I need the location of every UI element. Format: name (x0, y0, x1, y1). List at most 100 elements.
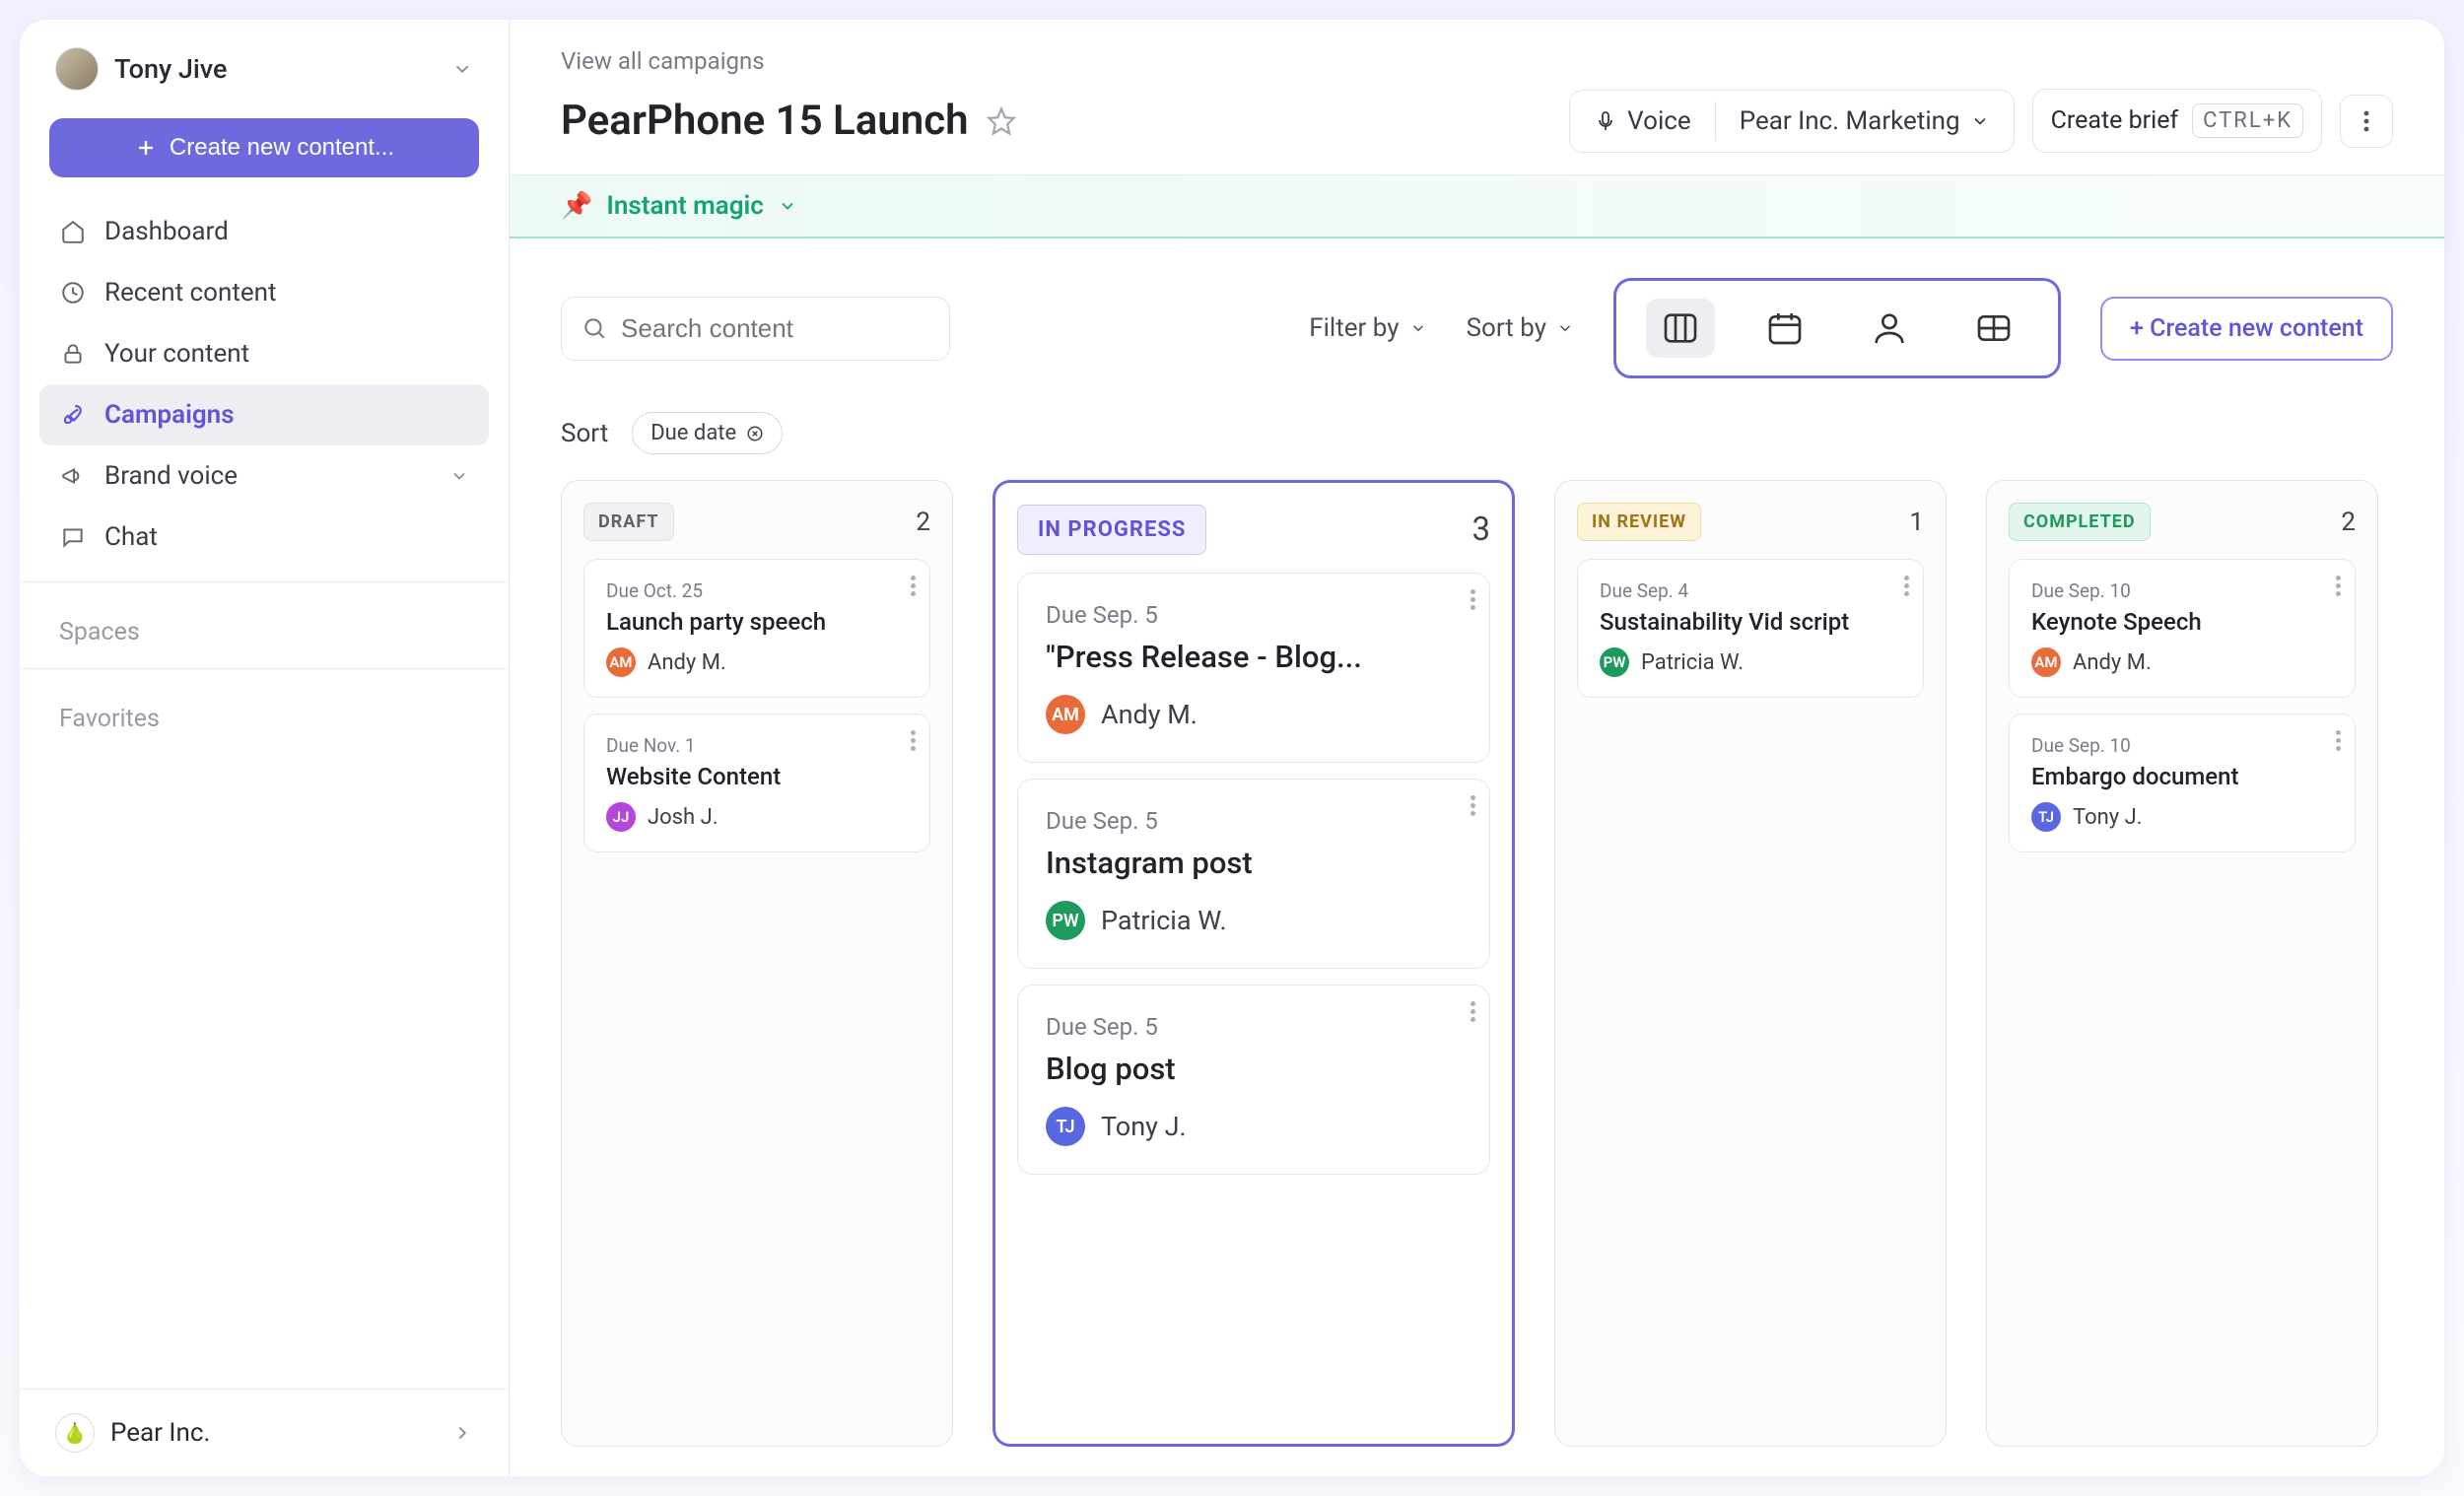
user-menu[interactable]: Tony Jive (20, 20, 509, 108)
column-count: 1 (1909, 508, 1924, 537)
status-chip: IN PROGRESS (1017, 505, 1206, 555)
search-input[interactable] (561, 297, 950, 361)
card-title: Keynote Speech (2031, 608, 2333, 636)
card-more-button[interactable] (1471, 589, 1475, 610)
create-content-button[interactable]: Create new content... (49, 118, 479, 177)
card-assignee: AMAndy M. (606, 647, 908, 677)
card-due: Due Sep. 10 (2031, 579, 2333, 602)
content-card[interactable]: Due Sep. 4Sustainability Vid scriptPWPat… (1577, 559, 1924, 698)
user-name-label: Tony Jive (114, 53, 436, 85)
card-assignee: PWPatricia W. (1046, 901, 1462, 940)
sortby-label: Sort by (1467, 313, 1546, 343)
chevron-down-icon (1970, 111, 1990, 131)
assignee-name: Tony J. (1101, 1111, 1187, 1142)
create-brief-button[interactable]: Create brief CTRL+K (2032, 89, 2322, 153)
card-more-button[interactable] (911, 576, 916, 596)
content-card[interactable]: Due Sep. 5"Press Release - Blog...AMAndy… (1017, 573, 1490, 763)
chevron-down-icon (1556, 319, 1574, 337)
card-due: Due Sep. 5 (1046, 601, 1462, 629)
card-more-button[interactable] (2336, 576, 2341, 596)
nav-label: Chat (104, 522, 158, 552)
page-title: PearPhone 15 Launch (561, 97, 969, 145)
assignee-avatar: JJ (606, 802, 636, 832)
breadcrumb[interactable]: View all campaigns (561, 47, 765, 75)
megaphone-icon (59, 462, 87, 490)
user-avatar (55, 47, 99, 91)
content-card[interactable]: Due Sep. 10Keynote SpeechAMAndy M. (2009, 559, 2356, 698)
nav-recent-content[interactable]: Recent content (39, 262, 489, 323)
assignee-avatar: TJ (2031, 802, 2061, 832)
more-menu-button[interactable] (2340, 95, 2393, 148)
close-icon[interactable] (746, 425, 764, 442)
nav-chat[interactable]: Chat (39, 507, 489, 568)
content-card[interactable]: Due Oct. 25 Launch party speech AMAndy M. (583, 559, 930, 698)
view-kanban-button[interactable] (1646, 299, 1715, 358)
sort-row: Sort Due date (510, 402, 2444, 480)
card-more-button[interactable] (1471, 795, 1475, 816)
create-content-link[interactable]: + Create new content (2100, 297, 2393, 361)
card-title: Embargo document (2031, 763, 2333, 790)
assignee-avatar: AM (606, 647, 636, 677)
card-due: Due Sep. 10 (2031, 734, 2333, 757)
card-more-button[interactable] (2336, 730, 2341, 751)
card-due: Due Nov. 1 (606, 734, 908, 757)
assignee-avatar: AM (1046, 695, 1085, 734)
card-title: Instagram post (1046, 845, 1462, 881)
card-title: Blog post (1046, 1051, 1462, 1087)
card-more-button[interactable] (1904, 576, 1909, 596)
card-more-button[interactable] (911, 730, 916, 751)
voice-button[interactable]: Voice (1570, 91, 1715, 152)
sort-by-dropdown[interactable]: Sort by (1467, 313, 1574, 343)
view-table-button[interactable] (1959, 299, 2028, 358)
search-icon (582, 315, 607, 341)
column-header: COMPLETED2 (2009, 503, 2356, 541)
nav-dashboard[interactable]: Dashboard (39, 201, 489, 262)
content-card[interactable]: Due Sep. 5 Instagram post PWPatricia W. (1017, 779, 1490, 969)
view-calendar-button[interactable] (1750, 299, 1819, 358)
status-chip: IN REVIEW (1577, 503, 1701, 541)
brief-label: Create brief (2051, 106, 2179, 135)
persona-dropdown[interactable]: Pear Inc. Marketing (1716, 91, 2014, 152)
star-icon[interactable] (987, 106, 1016, 136)
nav-label: Recent content (104, 278, 276, 307)
card-title: Website Content (606, 763, 908, 790)
kanban-column: DRAFT2Due Oct. 25Launch party speechAMAn… (561, 480, 953, 1447)
instant-magic-bar[interactable]: 📌 Instant magic (510, 175, 2444, 238)
sort-chip[interactable]: Due date (632, 412, 783, 454)
kanban-column: IN PROGRESS3 Due Sep. 5"Press Release - B… (992, 480, 1515, 1447)
assignee-name: Josh J. (648, 805, 719, 830)
filter-label: Filter by (1309, 313, 1399, 343)
assignee-name: Tony J. (2073, 805, 2143, 830)
column-count: 2 (2341, 508, 2356, 537)
content-card[interactable]: Due Sep. 5Blog postTJTony J. (1017, 985, 1490, 1175)
card-due: Due Sep. 5 (1046, 807, 1462, 835)
rocket-icon (59, 401, 87, 429)
nav-campaigns[interactable]: Campaigns (39, 384, 489, 445)
content-card[interactable]: Due Sep. 10 Embargo document TJ Tony J. (2009, 714, 2356, 852)
chevron-down-icon (778, 196, 797, 216)
content-card[interactable]: Due Nov. 1 Website Content JJ Josh J. (583, 714, 930, 852)
clock-icon (59, 279, 87, 306)
nav-label: Dashboard (104, 217, 229, 246)
nav-your-content[interactable]: Your content (39, 323, 489, 384)
card-title: Launch party speech (606, 608, 908, 636)
plus-icon (134, 136, 158, 160)
card-more-button[interactable] (1471, 1001, 1475, 1022)
assignee-name: Patricia W. (1641, 650, 1744, 675)
column-header: IN PROGRESS3 (1017, 505, 1490, 555)
org-avatar: 🍐 (55, 1413, 95, 1453)
card-due: Due Oct. 25 (606, 579, 908, 602)
sort-label: Sort (561, 419, 608, 448)
card-assignee: JJ Josh J. (606, 802, 908, 832)
favorites-heading: Favorites (20, 677, 509, 747)
filter-by-dropdown[interactable]: Filter by (1309, 313, 1426, 343)
chevron-down-icon (449, 466, 469, 486)
view-switch (1613, 278, 2061, 378)
search-field[interactable] (621, 313, 929, 344)
view-people-button[interactable] (1855, 299, 1924, 358)
assignee-name: Andy M. (1101, 699, 1198, 730)
nav-brand-voice[interactable]: Brand voice (39, 445, 489, 507)
nav-label: Your content (104, 339, 249, 369)
org-switcher[interactable]: 🍐 Pear Inc. (20, 1389, 509, 1476)
assignee-name: Patricia W. (1101, 905, 1227, 936)
